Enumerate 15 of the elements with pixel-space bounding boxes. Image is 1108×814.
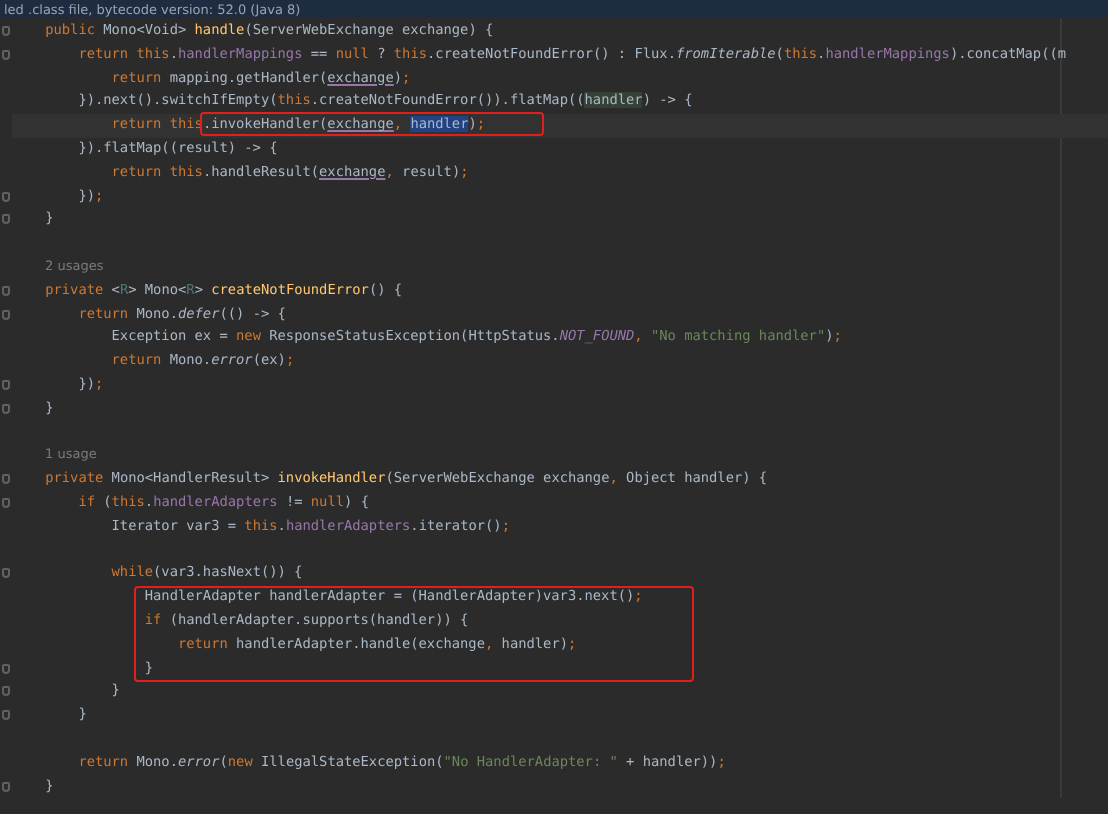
fold-icon[interactable] [2, 568, 10, 579]
fold-icon[interactable] [2, 497, 10, 508]
fold-icon[interactable] [2, 26, 10, 36]
fold-icon[interactable] [2, 49, 10, 60]
fold-icon[interactable] [2, 309, 10, 320]
fold-icon[interactable] [2, 474, 10, 485]
fold-icon[interactable] [2, 686, 10, 697]
fold-icon[interactable] [2, 379, 10, 390]
fold-icon[interactable] [2, 781, 10, 791]
fold-icon[interactable] [2, 663, 10, 674]
fold-icon[interactable] [2, 403, 10, 414]
fold-icon[interactable] [2, 191, 10, 202]
fold-icon[interactable] [2, 214, 10, 225]
fold-icon[interactable] [2, 285, 10, 296]
fold-icon[interactable] [2, 710, 10, 721]
